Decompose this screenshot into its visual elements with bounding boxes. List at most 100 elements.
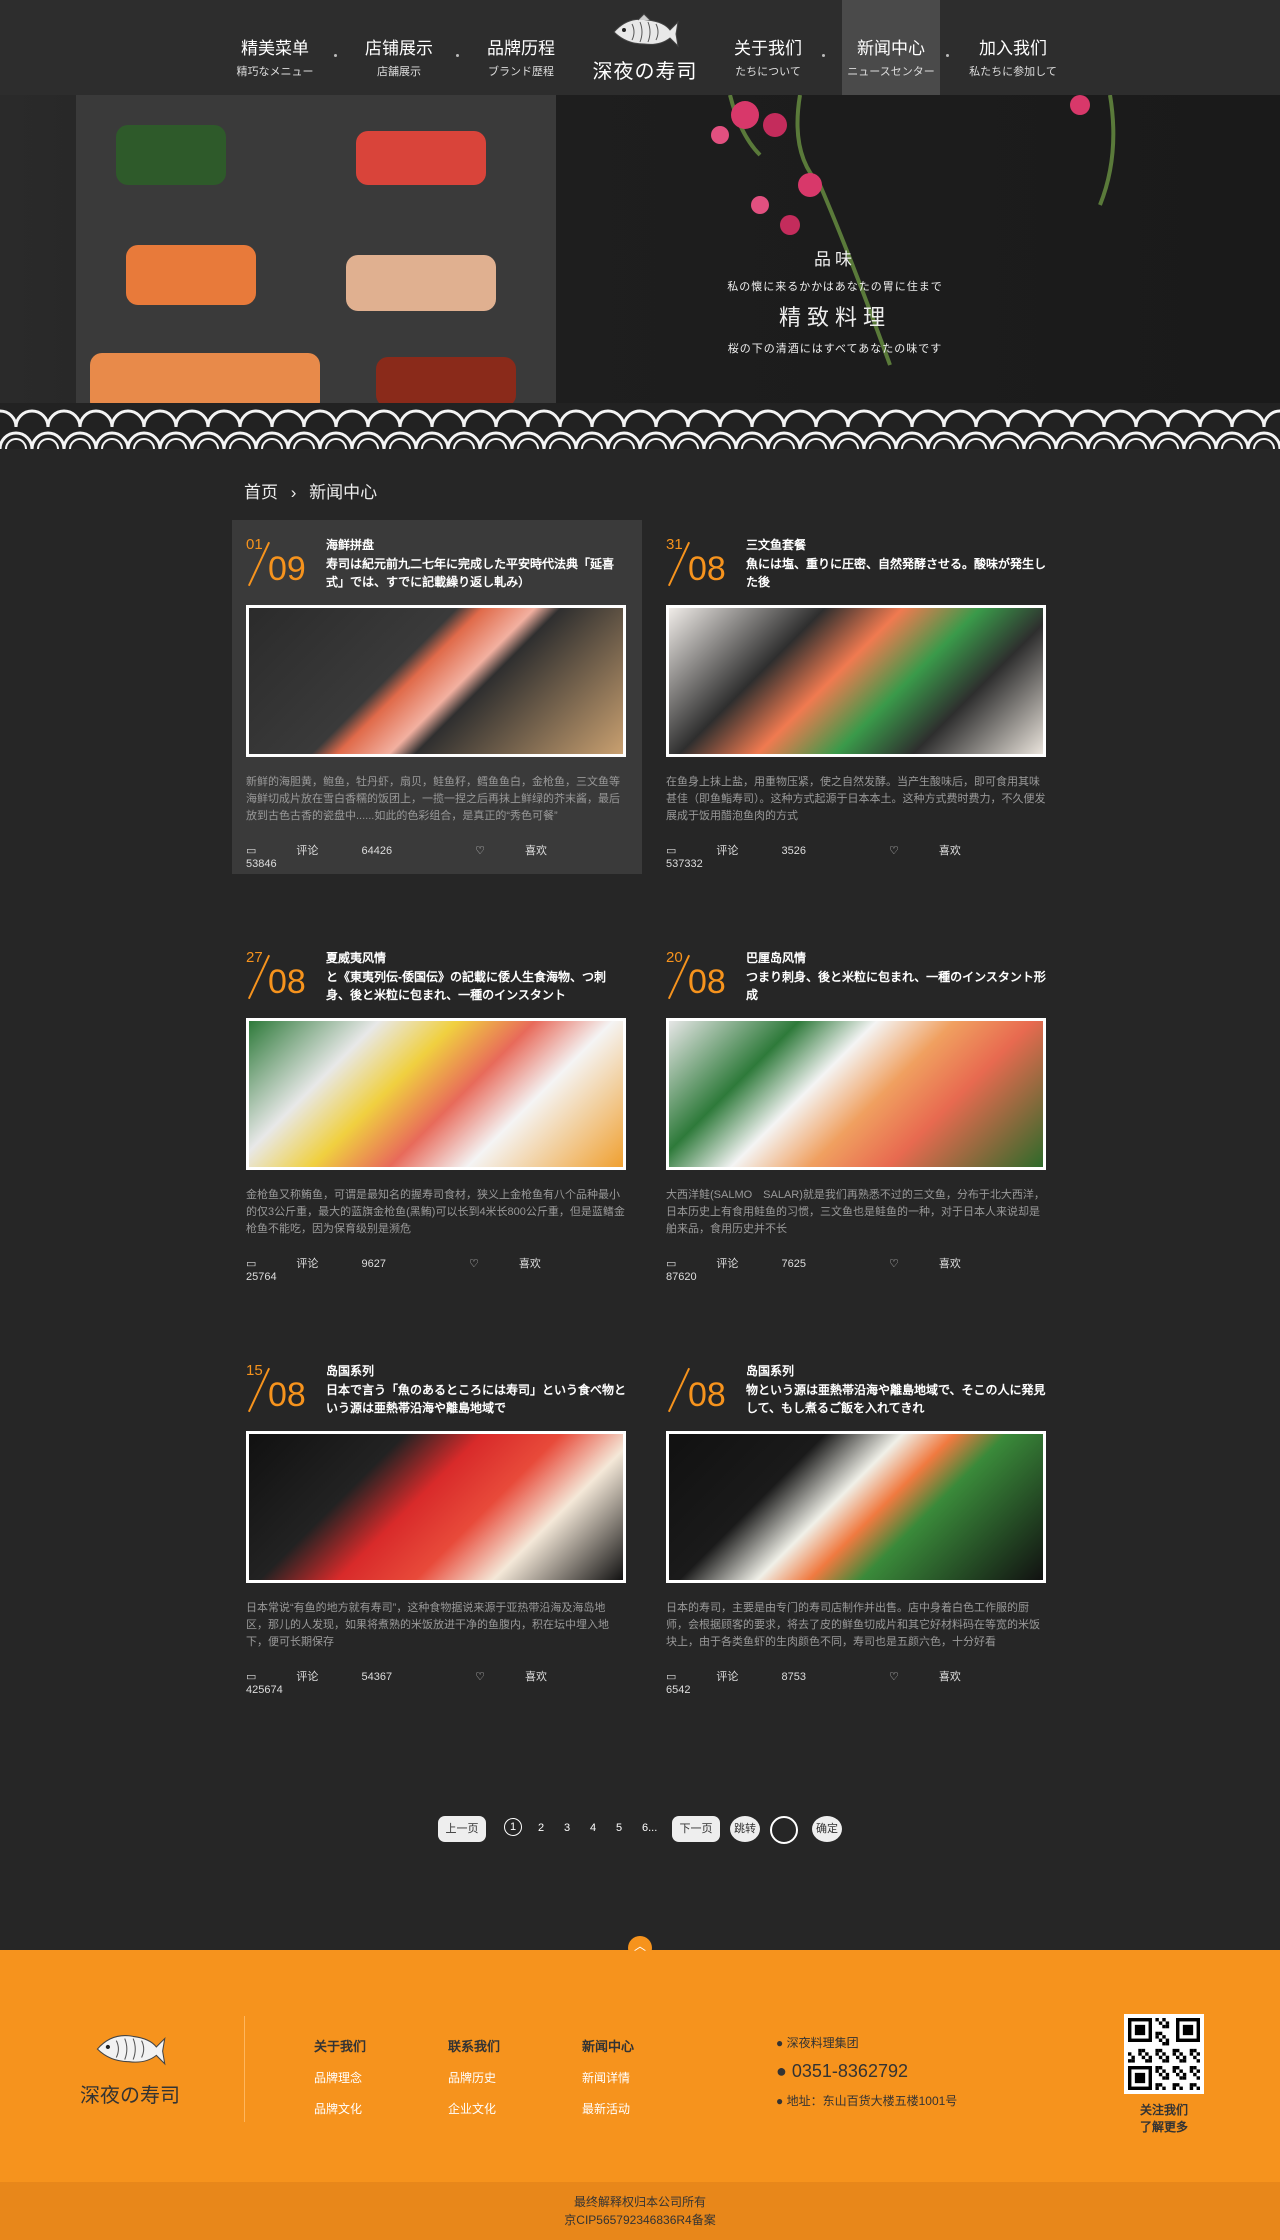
- news-description: 金枪鱼又称鲔鱼，可谓是最知名的握寿司食材，狭义上金枪鱼有八个品种最小的仅3公斤重…: [246, 1189, 625, 1235]
- confirm-button[interactable]: 确定: [812, 1816, 842, 1842]
- news-image[interactable]: [666, 1018, 1046, 1170]
- news-card[interactable]: 08 岛国系列 物という源は亜熱帯沿海や離島地域で、そこの人に発見して、もし煮る…: [652, 1346, 1062, 1700]
- news-day: 15: [246, 1362, 263, 1379]
- nav-separator: [822, 54, 825, 57]
- news-date: 31 08: [666, 536, 736, 596]
- date-slash: [667, 1367, 691, 1413]
- news-card[interactable]: 31 08 三文鱼套餐 魚には塩、重りに圧密、自然発酵させる。酸味が発生した後 …: [652, 520, 1062, 874]
- footer-link[interactable]: 品牌历史: [448, 2069, 500, 2086]
- footer-col-contact: 联系我们 品牌历史 企业文化: [448, 2036, 500, 2131]
- page-number[interactable]: 5: [616, 1822, 622, 1834]
- comment-icon: ▭: [246, 1671, 257, 1683]
- news-title[interactable]: と《東夷列伝-倭国伝》の記載に倭人生食海物、つ刺身、後と米粒に包まれ、一種のイン…: [326, 968, 626, 1004]
- comment-stat[interactable]: ▭ 评论 64426: [246, 845, 432, 857]
- news-month: 08: [688, 1376, 726, 1414]
- news-image[interactable]: [666, 1431, 1046, 1583]
- nav-separator: [456, 54, 459, 57]
- news-day: 31: [666, 536, 683, 553]
- comment-stat[interactable]: ▭ 评论 7625: [666, 1258, 846, 1270]
- nav-item-menu[interactable]: 精美菜单 精巧なメニュー: [232, 0, 318, 95]
- heart-icon: ♡: [889, 1258, 899, 1270]
- sushi-piece: [90, 353, 320, 403]
- news-title[interactable]: つまり刺身、後と米粒に包まれ、一種のインスタント形成: [746, 968, 1046, 1004]
- footer-logo-text: 深夜の寿司: [80, 2085, 180, 2107]
- news-category[interactable]: 岛国系列: [746, 1362, 794, 1379]
- heart-icon: ♡: [889, 845, 899, 857]
- sushi-piece: [116, 125, 226, 185]
- news-title[interactable]: 寿司は紀元前九二七年に完成した平安時代法典「延喜式」では、すでに記載繰り返し軋み…: [326, 555, 626, 591]
- comment-icon: ▭: [666, 1258, 677, 1270]
- news-category[interactable]: 岛国系列: [326, 1362, 374, 1379]
- qr-code-icon: [1124, 2014, 1204, 2094]
- banner-line-4: 桜の下の清酒にはすべてあなたの味です: [727, 343, 943, 355]
- comment-stat[interactable]: ▭ 评论 9627: [246, 1258, 426, 1270]
- footer-col-about: 关于我们 品牌理念 品牌文化: [314, 2036, 366, 2131]
- heart-icon: ♡: [889, 1671, 899, 1683]
- logo[interactable]: 深夜の寿司: [590, 12, 700, 84]
- nav-item-news[interactable]: 新闻中心 ニュースセンター: [842, 0, 940, 95]
- heart-icon: ♡: [475, 845, 485, 857]
- footer-link[interactable]: 最新活动: [582, 2100, 634, 2117]
- news-category[interactable]: 夏威夷风情: [326, 949, 386, 966]
- comment-icon: ▭: [246, 1258, 257, 1270]
- news-category[interactable]: 三文鱼套餐: [746, 536, 806, 553]
- page-number[interactable]: 2: [538, 1822, 544, 1834]
- comment-stat[interactable]: ▭ 评论 3526: [666, 845, 846, 857]
- nav-item-brand[interactable]: 品牌历程 ブランド歴程: [476, 0, 566, 95]
- nav-separator: [946, 54, 949, 57]
- fish-icon: [613, 13, 679, 48]
- nav-sublabel: ブランド歴程: [488, 66, 554, 78]
- footer-col-title: 新闻中心: [582, 2039, 635, 2054]
- next-page-button[interactable]: 下一页: [672, 1816, 720, 1842]
- news-description: 新鲜的海胆黄，鲍鱼，牡丹虾，扇贝，鲑鱼籽，鳕鱼鱼白，金枪鱼，三文鱼等海鲜切成片放…: [246, 776, 620, 822]
- icp-text: 京CIP565792346836R4备案: [564, 2213, 716, 2227]
- heart-icon: ♡: [469, 1258, 479, 1270]
- news-image[interactable]: [246, 1018, 626, 1170]
- prev-page-button[interactable]: 上一页: [438, 1816, 486, 1842]
- banner-line-1: 品味: [814, 250, 856, 269]
- news-title[interactable]: 日本で言う「魚のあるところには寿司」という食べ物という源は亜熱帯沿海や離島地域で: [326, 1381, 626, 1417]
- news-stats: ▭ 评论 54367 ♡ 喜欢 425674: [246, 1668, 642, 1696]
- news-month: 08: [688, 550, 726, 588]
- news-stats: ▭ 评论 9627 ♡ 喜欢 25764: [246, 1255, 642, 1283]
- news-category[interactable]: 巴厘岛风情: [746, 949, 806, 966]
- news-description: 在鱼身上抹上盐，用重物压紧，使之自然发酵。当产生酸味后，即可食用其味甚佳（即鱼鮨…: [666, 776, 1046, 822]
- page-number-current[interactable]: 1: [504, 1818, 522, 1836]
- news-image[interactable]: [246, 1431, 626, 1583]
- news-card[interactable]: 20 08 巴厘岛风情 つまり刺身、後と米粒に包まれ、一種のインスタント形成 大…: [652, 933, 1062, 1287]
- news-image[interactable]: [666, 605, 1046, 757]
- news-title[interactable]: 物という源は亜熱帯沿海や離島地域で、そこの人に発見して、もし煮るご飯を入れてきれ: [746, 1381, 1046, 1417]
- nav-item-stores[interactable]: 店铺展示 店舗展示: [356, 0, 442, 95]
- footer-link[interactable]: 企业文化: [448, 2100, 500, 2117]
- jump-button[interactable]: 跳转: [730, 1816, 760, 1842]
- back-to-top-icon[interactable]: ︿: [628, 1936, 652, 1960]
- nav-sublabel: 私たちに参加して: [969, 66, 1057, 78]
- nav-item-join[interactable]: 加入我们 私たちに参加して: [960, 0, 1066, 95]
- comment-stat[interactable]: ▭ 评论 8753: [666, 1671, 846, 1683]
- sushi-piece: [356, 131, 486, 185]
- page-jump-input[interactable]: [770, 1816, 798, 1844]
- logo-text: 深夜の寿司: [592, 61, 698, 83]
- fish-icon: [96, 2035, 166, 2066]
- page-number[interactable]: 6...: [642, 1822, 657, 1834]
- nav-item-about[interactable]: 关于我们 たちについて: [722, 0, 814, 95]
- footer-link[interactable]: 新闻详情: [582, 2069, 634, 2086]
- banner-line-3: 精致料理: [778, 305, 891, 330]
- page-number[interactable]: 3: [564, 1822, 570, 1834]
- news-date: 08: [666, 1362, 736, 1422]
- comment-stat[interactable]: ▭ 评论 54367: [246, 1671, 432, 1683]
- news-image[interactable]: [246, 605, 626, 757]
- news-card[interactable]: 15 08 岛国系列 日本で言う「魚のあるところには寿司」という食べ物という源は…: [232, 1346, 642, 1700]
- nav-separator: [334, 54, 337, 57]
- nav-sublabel: たちについて: [735, 66, 801, 78]
- page-number[interactable]: 4: [590, 1822, 596, 1834]
- news-category[interactable]: 海鲜拼盘: [326, 536, 374, 553]
- footer-link[interactable]: 品牌理念: [314, 2069, 366, 2086]
- nav-label: 加入我们: [979, 39, 1047, 58]
- breadcrumb-home[interactable]: 首页: [244, 483, 278, 502]
- news-card[interactable]: 01 09 海鲜拼盘 寿司は紀元前九二七年に完成した平安時代法典「延喜式」では、…: [232, 520, 642, 874]
- news-card[interactable]: 27 08 夏威夷风情 と《東夷列伝-倭国伝》の記載に倭人生食海物、つ刺身、後と…: [232, 933, 642, 1287]
- news-title[interactable]: 魚には塩、重りに圧密、自然発酵させる。酸味が発生した後: [746, 555, 1046, 591]
- news-date: 27 08: [246, 949, 316, 1009]
- footer-link[interactable]: 品牌文化: [314, 2100, 366, 2117]
